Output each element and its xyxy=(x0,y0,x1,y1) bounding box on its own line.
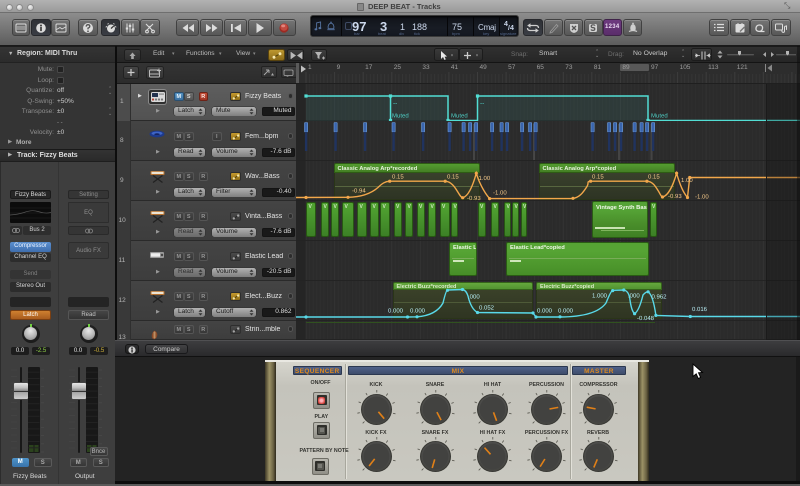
svg-text:0.000: 0.000 xyxy=(558,308,574,315)
svg-text:0.15: 0.15 xyxy=(447,174,459,181)
svg-text:1.000: 1.000 xyxy=(592,293,608,300)
svg-text:-0.94: -0.94 xyxy=(352,188,366,195)
svg-text:Muted: Muted xyxy=(451,113,468,120)
svg-text:0.000: 0.000 xyxy=(388,308,404,315)
svg-text:.000: .000 xyxy=(628,293,640,300)
svg-text:-0.048: -0.048 xyxy=(637,315,655,321)
svg-text:-0.93: -0.93 xyxy=(467,195,481,201)
svg-text:1.00: 1.00 xyxy=(479,175,491,182)
svg-text:0.016: 0.016 xyxy=(692,306,708,313)
svg-text:--: -- xyxy=(480,100,484,107)
svg-text:0.962: 0.962 xyxy=(652,294,668,301)
svg-text:0.15: 0.15 xyxy=(592,174,604,181)
svg-text:--: -- xyxy=(393,100,397,107)
svg-text:0.052: 0.052 xyxy=(479,305,495,312)
svg-text:0.15: 0.15 xyxy=(392,174,404,181)
svg-text:-1.00: -1.00 xyxy=(695,194,709,201)
svg-text:1.00: 1.00 xyxy=(681,177,693,184)
svg-text:Muted: Muted xyxy=(651,113,668,120)
svg-text:.000: .000 xyxy=(468,294,480,301)
svg-text:-1.00: -1.00 xyxy=(493,190,507,197)
svg-text:-0.93: -0.93 xyxy=(668,193,682,200)
svg-text:0.000: 0.000 xyxy=(410,308,426,315)
svg-text:0.000: 0.000 xyxy=(537,308,553,315)
svg-text:Muted: Muted xyxy=(392,113,409,120)
svg-text:0.15: 0.15 xyxy=(648,174,660,181)
